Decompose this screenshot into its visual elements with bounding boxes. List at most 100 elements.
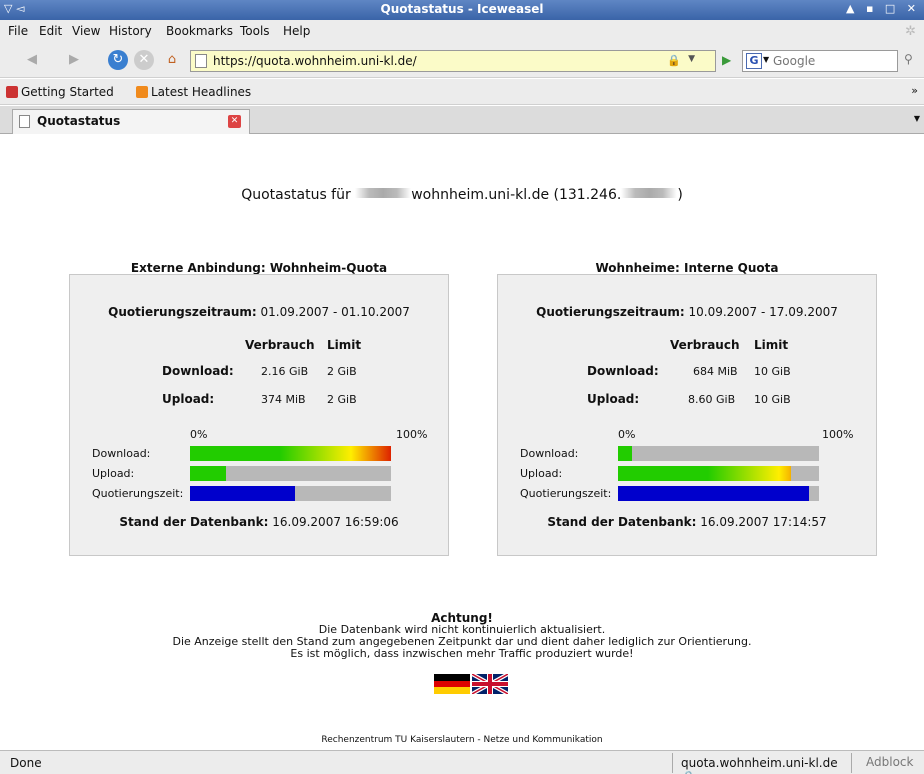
quota-panel-internal: Quotierungszeitraum: 10.09.2007 - 17.09.… — [497, 274, 877, 556]
quota-panel-external: Quotierungszeitraum: 01.09.2007 - 01.10.… — [69, 274, 449, 556]
upload-label: Upload: — [162, 392, 215, 406]
url-dropdown-icon[interactable]: ▼ — [688, 54, 695, 64]
reload-icon[interactable]: ↻ — [108, 50, 128, 70]
menu-bookmarks[interactable]: Bookmarks — [166, 24, 233, 38]
database-status: Stand der Datenbank: 16.09.2007 16:59:06 — [70, 515, 448, 529]
redacted-ip — [621, 188, 678, 198]
page-heading: Quotastatus für wohnheim.uni-kl.de (131.… — [10, 187, 914, 203]
bar-label-time: Quotierungszeit: — [520, 487, 612, 500]
time-bar-fill — [190, 486, 295, 501]
bar-label-upload: Upload: — [92, 467, 135, 480]
redacted-host — [355, 188, 412, 198]
upload-usage: 8.60 GiB — [688, 393, 736, 406]
tab-list-icon[interactable]: ▼ — [914, 114, 920, 123]
page-icon — [19, 115, 30, 128]
menu-help[interactable]: Help — [283, 24, 310, 38]
period-label: Quotierungszeitraum: — [108, 305, 257, 319]
url-bar[interactable]: https://quota.wohnheim.uni-kl.de/ 🔒 ▼ — [190, 50, 716, 72]
page-footer: Rechenzentrum TU Kaiserslautern - Netze … — [321, 735, 603, 745]
upload-bar — [618, 466, 819, 481]
forward-icon[interactable]: ▶ — [64, 50, 84, 70]
panel-title-external: Externe Anbindung: Wohnheim-Quota — [130, 261, 388, 275]
percent-min: 0% — [618, 428, 636, 441]
menu-history[interactable]: History — [109, 24, 152, 38]
search-box[interactable]: G ▼ — [742, 50, 898, 72]
download-usage: 684 MiB — [693, 365, 738, 378]
quota-period: Quotierungszeitraum: 10.09.2007 - 17.09.… — [498, 305, 876, 319]
home-icon[interactable]: ⌂ — [162, 50, 182, 70]
url-text[interactable]: https://quota.wohnheim.uni-kl.de/ — [213, 54, 417, 68]
heading-suffix: ) — [677, 187, 683, 203]
download-limit: 10 GiB — [754, 365, 791, 378]
percent-max: 100% — [396, 428, 428, 441]
percent-min: 0% — [190, 428, 208, 441]
lock-icon: 🔒 — [681, 770, 696, 774]
close-tab-icon[interactable]: ✕ — [228, 115, 241, 128]
adblock-button[interactable]: Adblock — [866, 755, 913, 769]
page-content: Quotastatus für wohnheim.uni-kl.de (131.… — [10, 135, 914, 747]
percent-max: 100% — [822, 428, 854, 441]
col-limit: Limit — [754, 338, 789, 352]
upload-usage: 374 MiB — [261, 393, 306, 406]
lock-icon[interactable]: 🔒 — [667, 54, 681, 67]
notice-line: Es ist möglich, dass inzwischen mehr Tra… — [290, 647, 634, 660]
menu-edit[interactable]: Edit — [39, 24, 62, 38]
menu-tools[interactable]: Tools — [240, 24, 270, 38]
period-value: 01.09.2007 - 01.10.2007 — [256, 305, 410, 319]
menu-view[interactable]: View — [72, 24, 100, 38]
menu-file[interactable]: File — [8, 24, 28, 38]
window-title-bar[interactable]: ▽ ◅ Quotastatus - Iceweasel ▲ ▪ □ ✕ — [0, 0, 924, 20]
window-title: Quotastatus - Iceweasel — [380, 2, 544, 16]
bookmark-getting-started[interactable]: Getting Started — [6, 85, 114, 99]
status-bar: Done quota.wohnheim.uni-kl.de 🔒 Adblock — [0, 750, 924, 774]
german-flag-icon[interactable] — [434, 674, 470, 694]
db-value: 16.09.2007 16:59:06 — [268, 515, 399, 529]
bookmark-label: Latest Headlines — [151, 85, 252, 99]
col-limit: Limit — [327, 338, 362, 352]
search-icon[interactable]: ⚲ — [904, 52, 913, 66]
upload-limit: 2 GiB — [327, 393, 357, 406]
rss-icon — [136, 86, 148, 98]
google-engine-icon[interactable]: G — [746, 53, 762, 69]
period-value: 10.09.2007 - 17.09.2007 — [684, 305, 838, 319]
db-label: Stand der Datenbank: — [119, 515, 269, 529]
download-bar — [190, 446, 391, 461]
uk-flag-icon[interactable] — [472, 674, 508, 694]
search-input[interactable] — [773, 53, 893, 69]
upload-bar-fill — [190, 466, 226, 481]
quota-period: Quotierungszeitraum: 01.09.2007 - 01.10.… — [70, 305, 448, 319]
db-label: Stand der Datenbank: — [547, 515, 697, 529]
upload-label: Upload: — [587, 392, 640, 406]
time-bar — [190, 486, 391, 501]
heading-host: wohnheim.uni-kl.de (131.246. — [411, 187, 622, 203]
tab-quotastatus[interactable]: Quotastatus ✕ — [12, 109, 250, 134]
database-status: Stand der Datenbank: 16.09.2007 17:14:57 — [498, 515, 876, 529]
time-bar-fill — [618, 486, 809, 501]
download-usage: 2.16 GiB — [261, 365, 309, 378]
firefox-icon — [6, 86, 18, 98]
download-label: Download: — [587, 364, 659, 378]
stop-icon[interactable]: ✕ — [134, 50, 154, 70]
bookmark-latest-headlines[interactable]: Latest Headlines — [136, 85, 251, 99]
page-icon — [195, 54, 207, 68]
tab-label: Quotastatus — [37, 114, 121, 128]
db-value: 16.09.2007 17:14:57 — [696, 515, 827, 529]
window-controls[interactable]: ▲ ▪ □ ✕ — [846, 2, 920, 15]
engine-dropdown-icon[interactable]: ▼ — [763, 55, 769, 64]
host-text: quota.wohnheim.uni-kl.de — [681, 756, 838, 770]
upload-bar — [190, 466, 391, 481]
go-icon[interactable]: ▶ — [722, 53, 731, 67]
upload-limit: 10 GiB — [754, 393, 791, 406]
period-label: Quotierungszeitraum: — [536, 305, 685, 319]
bar-label-time: Quotierungszeit: — [92, 487, 184, 500]
notice: Achtung! Die Datenbank wird nicht kontin… — [10, 612, 914, 660]
bar-label-upload: Upload: — [520, 467, 563, 480]
bookmarks-toolbar: Getting Started Latest Headlines » — [0, 79, 924, 105]
heading-prefix: Quotastatus für — [241, 187, 356, 203]
time-bar — [618, 486, 819, 501]
upload-bar-fill — [618, 466, 791, 481]
bookmarks-overflow-icon[interactable]: » — [911, 84, 918, 97]
security-host[interactable]: quota.wohnheim.uni-kl.de 🔒 — [672, 753, 852, 774]
back-icon[interactable]: ◀ — [22, 50, 42, 70]
navigation-toolbar: ◀ ▶ ↻ ✕ ⌂ https://quota.wohnheim.uni-kl.… — [0, 42, 924, 78]
